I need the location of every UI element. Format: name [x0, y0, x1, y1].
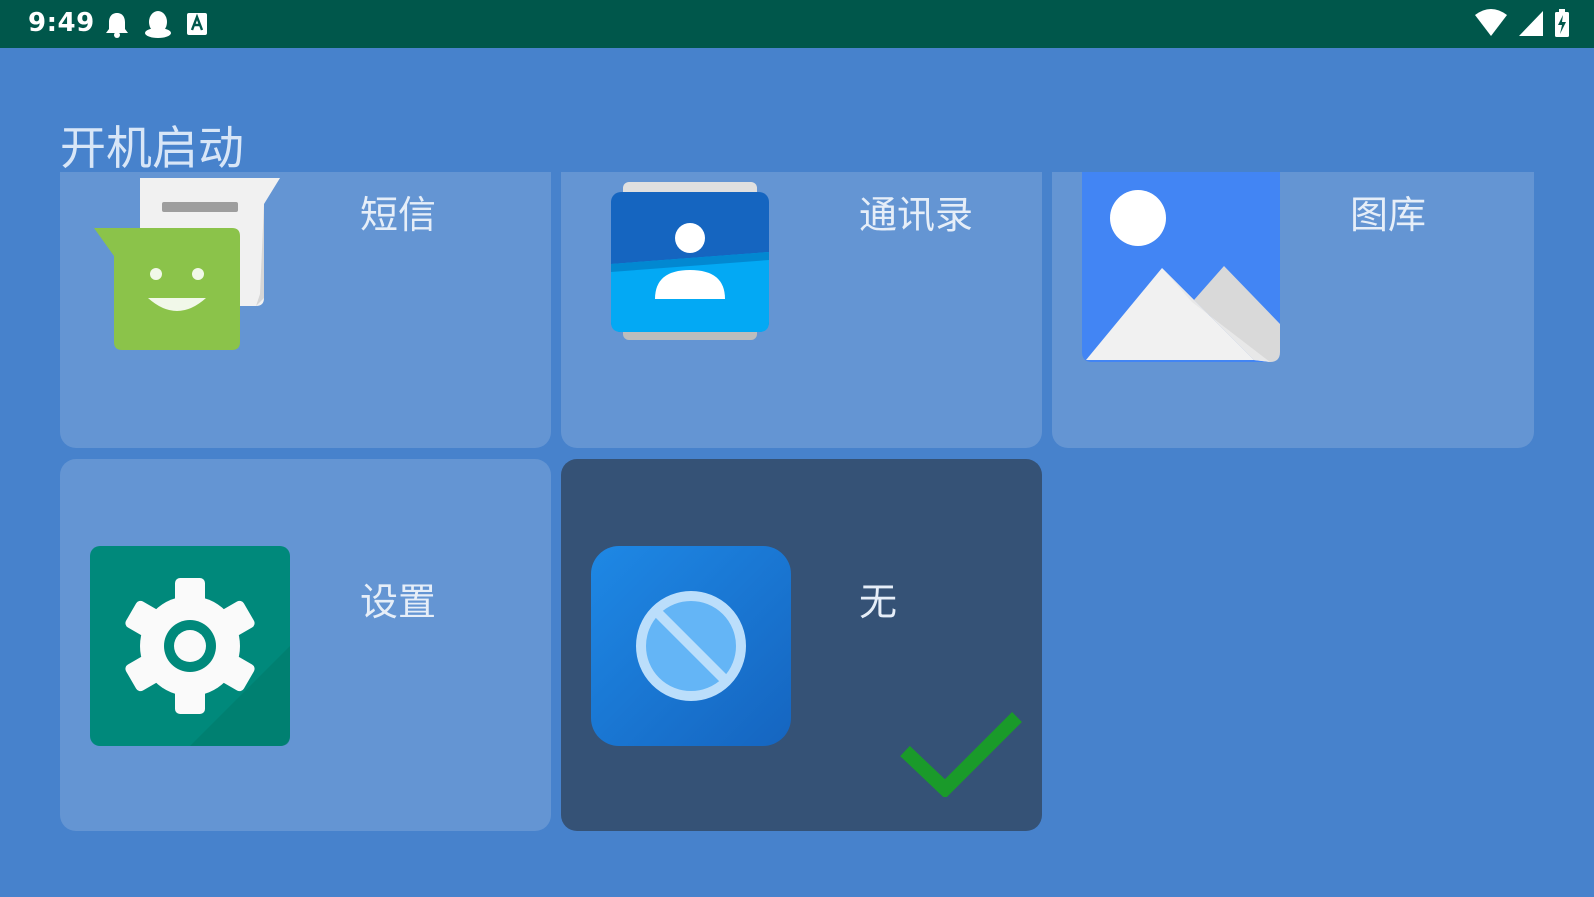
cellular-signal-icon — [1519, 11, 1543, 36]
app-tile-gallery[interactable]: 图库 — [1052, 172, 1534, 448]
app-tile-contacts[interactable]: 通讯录 — [561, 172, 1042, 448]
battery-charging-icon — [1555, 9, 1569, 37]
contacts-icon — [609, 182, 771, 348]
messaging-icon — [94, 174, 284, 356]
none-prohibited-icon — [591, 546, 791, 750]
qq-penguin-icon — [145, 11, 171, 38]
app-label: 设置 — [360, 580, 437, 624]
app-tile-messaging[interactable]: 短信 — [60, 172, 551, 448]
notification-bell-icon — [106, 13, 128, 38]
app-label: 短信 — [360, 193, 437, 237]
app-tile-settings[interactable]: 设置 — [60, 459, 551, 831]
page-title: 开机启动 — [60, 121, 244, 175]
status-right-icons — [1474, 9, 1570, 37]
status-bar: 9:49 — [0, 0, 1594, 48]
app-tile-none[interactable]: 无 — [561, 459, 1042, 831]
status-left-icons — [104, 9, 208, 39]
text-a-icon — [187, 13, 207, 35]
status-time: 9:49 — [28, 8, 95, 38]
settings-gear-icon — [90, 546, 290, 750]
checkmark-icon — [899, 711, 1023, 801]
app-label: 无 — [859, 580, 898, 624]
gallery-icon — [1082, 172, 1282, 368]
app-label: 图库 — [1350, 193, 1427, 237]
app-label: 通讯录 — [859, 193, 974, 237]
wifi-icon — [1475, 9, 1507, 36]
